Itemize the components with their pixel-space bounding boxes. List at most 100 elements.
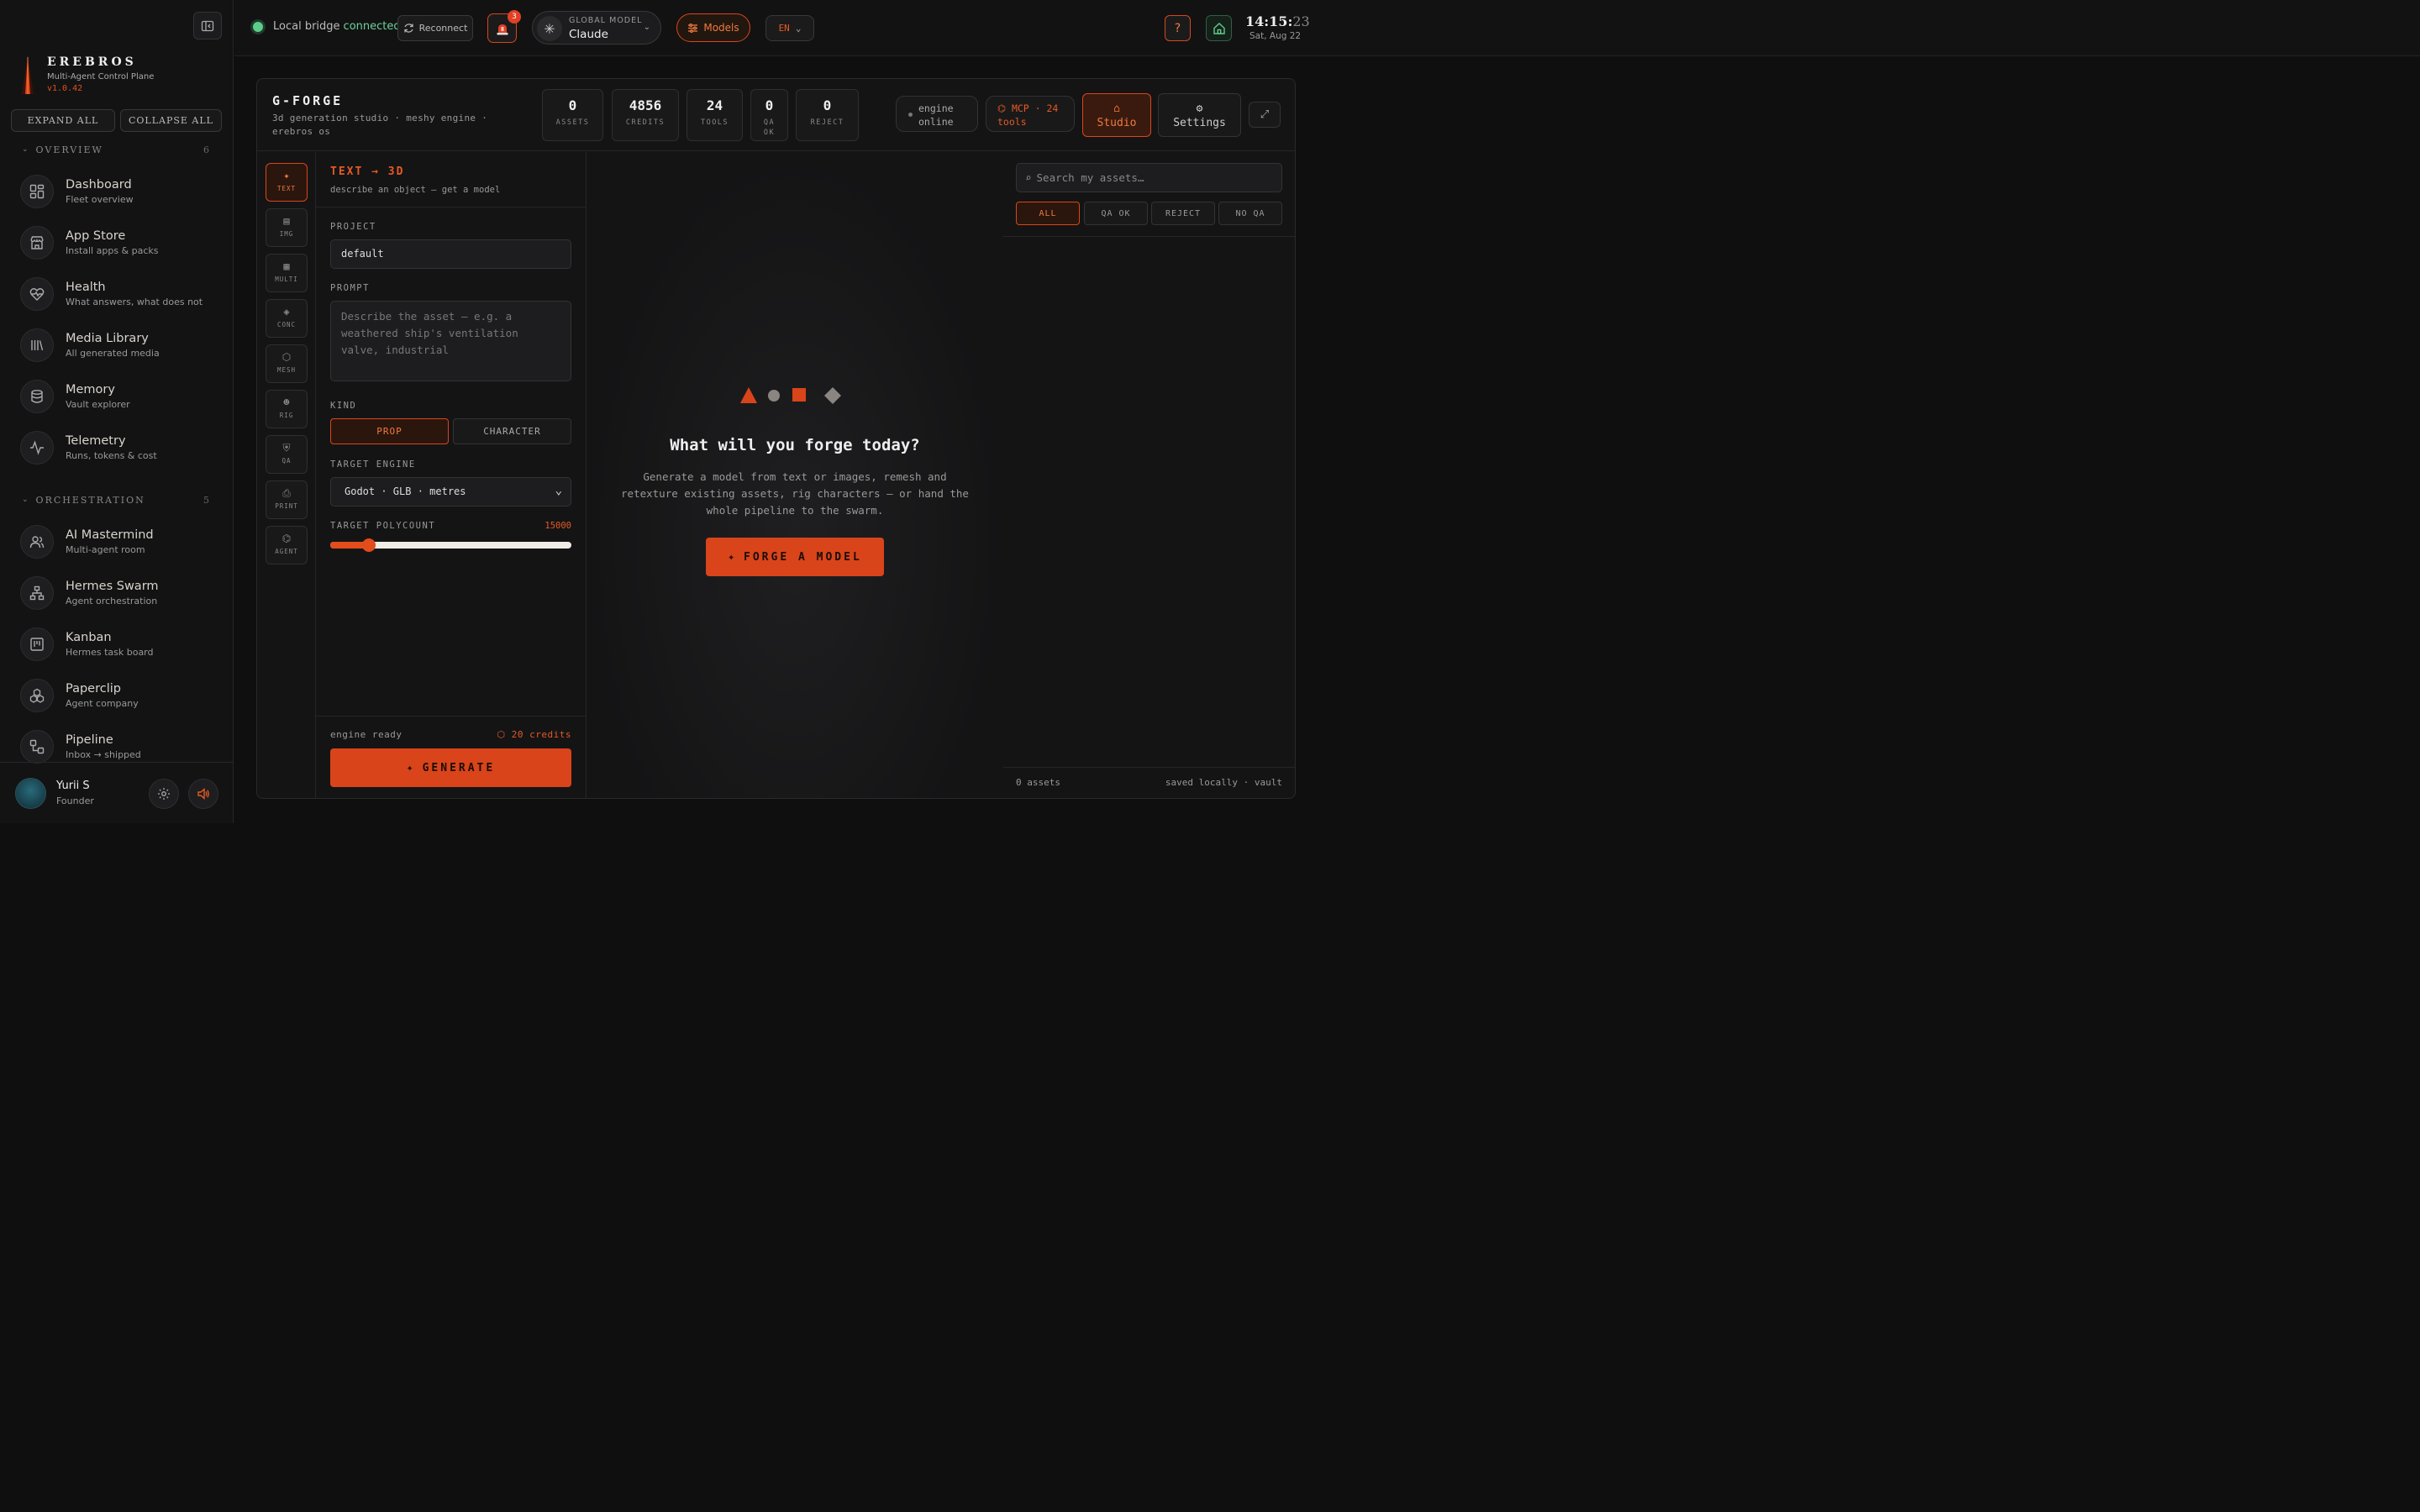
alarm-count-badge: 3 (508, 10, 521, 24)
filter-no-qa[interactable]: NO QA (1218, 202, 1282, 225)
expand-icon[interactable]: ⤢ (1249, 102, 1281, 128)
stat-label: ASSETS (555, 118, 590, 127)
tool-label: QA (281, 457, 292, 465)
brand-subtitle: Multi-Agent Control Plane (47, 72, 155, 81)
alarm-button[interactable]: 3 (487, 10, 521, 43)
tower-logo-icon (22, 55, 34, 94)
workflow-icon (20, 730, 54, 764)
tool-label: MULTI (275, 276, 298, 283)
sidebar-item-media-library[interactable]: Media Library All generated media (20, 324, 224, 366)
nav-label: Hermes Swarm (66, 580, 159, 593)
sidebar-item-telemetry[interactable]: Telemetry Runs, tokens & cost (20, 427, 224, 469)
nav-sub: What answers, what does not (66, 297, 203, 307)
prompt-textarea[interactable]: Describe the asset — e.g. a weathered sh… (330, 301, 571, 381)
nav-sub: Vault explorer (66, 399, 130, 410)
settings-gear-icon[interactable] (149, 779, 179, 809)
filter-all[interactable]: ALL (1016, 202, 1080, 225)
nav-label: AI Mastermind (66, 528, 154, 542)
reconnect-button[interactable]: Reconnect (397, 15, 473, 41)
sidebar-item-app-store[interactable]: App Store Install apps & packs (20, 222, 224, 264)
section-count: 5 (203, 494, 209, 506)
network-icon (20, 576, 54, 610)
stat-reject: 0 REJECT (796, 89, 859, 141)
sidebar-item-kanban[interactable]: Kanban Hermes task board (20, 623, 224, 665)
sidebar-item-paperclip[interactable]: Paperclip Agent company (20, 675, 224, 717)
section-orchestration[interactable]: ⌄ ORCHESTRATION 5 (22, 493, 209, 507)
project-input[interactable]: default (330, 239, 571, 269)
kind-character-button[interactable]: CHARACTER (453, 418, 571, 444)
empty-state-description: Generate a model from text or images, re… (621, 470, 969, 517)
stat-qa-ok: 0 QA OK (750, 89, 788, 141)
prompt-label: PROMPT (330, 283, 370, 293)
tool-print[interactable]: ⎙ PRINT (266, 480, 308, 519)
forge-model-button[interactable]: ✦ FORGE A MODEL (706, 538, 884, 576)
filter-qa-ok[interactable]: QA OK (1084, 202, 1148, 225)
sidebar-toggle-icon[interactable] (193, 12, 222, 39)
models-label: Models (703, 22, 739, 34)
asset-count: 0 assets (1016, 777, 1060, 788)
language-select[interactable]: EN ⌄ (765, 15, 814, 41)
tool-conc[interactable]: ◈ CONC (266, 299, 308, 338)
chevron-down-icon: ⌄ (22, 145, 30, 154)
generate-label: GENERATE (422, 761, 496, 774)
sound-icon[interactable] (188, 779, 218, 809)
studio-button[interactable]: ⌂ Studio (1082, 93, 1151, 137)
chevron-down-icon: ⌄ (795, 23, 802, 34)
tool-multi[interactable]: ▦ MULTI (266, 254, 308, 292)
help-button[interactable]: ? (1165, 15, 1191, 41)
section-title: OVERVIEW (35, 144, 103, 155)
home-icon[interactable] (1206, 15, 1232, 41)
tool-agent[interactable]: ⌬ AGENT (266, 526, 308, 564)
polycount-slider[interactable] (330, 538, 571, 552)
sparkle-icon: ✦ (728, 550, 738, 564)
store-icon (20, 226, 54, 260)
boxes-icon (20, 679, 54, 712)
shield-icon: ⛨ (282, 442, 291, 454)
nav-label: Dashboard (66, 178, 132, 192)
section-title: ORCHESTRATION (35, 494, 145, 506)
tool-rig[interactable]: ☻ RIG (266, 390, 308, 428)
tool-rail: ✦ TEXT ▤ IMG ▦ MULTI ◈ CONC ⬡ MESH ☻ RIG ⛨ QA ⎙… (257, 152, 316, 798)
divider (1003, 236, 1295, 237)
nav-label: Paperclip (66, 682, 121, 696)
filter-reject[interactable]: REJECT (1151, 202, 1215, 225)
chevron-down-icon: ⌄ (643, 23, 650, 32)
expand-all-button[interactable]: EXPAND ALL (11, 109, 115, 132)
slider-handle[interactable] (361, 538, 376, 552)
tool-img[interactable]: ▤ IMG (266, 208, 308, 247)
collapse-all-button[interactable]: COLLAPSE ALL (120, 109, 222, 132)
hexagon-icon: ⬡ (281, 351, 292, 363)
tool-mesh[interactable]: ⬡ MESH (266, 344, 308, 383)
kind-prop-button[interactable]: PROP (330, 418, 449, 444)
generate-button[interactable]: ✦ GENERATE (330, 748, 571, 787)
reconnect-label: Reconnect (418, 23, 468, 34)
avatar[interactable] (15, 778, 46, 809)
sidebar-item-health[interactable]: Health What answers, what does not (20, 273, 224, 315)
form-title: TEXT → 3D (330, 165, 405, 178)
tool-label: PRINT (275, 502, 298, 510)
global-model-select[interactable]: ✳ GLOBAL MODEL Claude ⌄ (532, 11, 661, 45)
tool-label: RIG (279, 412, 294, 419)
nav-sub: Multi-agent room (66, 544, 145, 555)
tool-text[interactable]: ✦ TEXT (266, 163, 308, 202)
sidebar-item-hermes-swarm[interactable]: Hermes Swarm Agent orchestration (20, 572, 224, 614)
sidebar-item-dashboard[interactable]: Dashboard Fleet overview (20, 171, 224, 213)
sidebar-item-ai-mastermind[interactable]: AI Mastermind Multi-agent room (20, 521, 224, 563)
assets-panel: ⌕ Search my assets… ALL QA OK REJECT NO … (1003, 152, 1295, 798)
sparkle-icon: ✦ (406, 761, 416, 774)
nav-label: App Store (66, 229, 126, 243)
models-button[interactable]: Models (676, 13, 750, 42)
tool-qa[interactable]: ⛨ QA (266, 435, 308, 474)
polycount-value: 15000 (544, 521, 571, 531)
settings-button[interactable]: ⚙ Settings (1158, 93, 1241, 137)
mcp-tools-pill[interactable]: ⌬ MCP · 24 tools (986, 96, 1075, 132)
tool-label: TEXT (276, 185, 297, 192)
sidebar-item-memory[interactable]: Memory Vault explorer (20, 375, 224, 417)
engine-select[interactable]: Godot · GLB · metres ⌄ (330, 477, 571, 507)
date: Sat, Aug 22 (1249, 31, 1302, 41)
asset-search-input[interactable]: ⌕ Search my assets… (1016, 163, 1282, 192)
clock-seconds: 23 (1292, 13, 1310, 29)
gear-icon: ⚙ (1196, 102, 1203, 115)
chevron-down-icon: ⌄ (555, 484, 562, 497)
section-overview[interactable]: ⌄ OVERVIEW 6 (22, 143, 209, 156)
